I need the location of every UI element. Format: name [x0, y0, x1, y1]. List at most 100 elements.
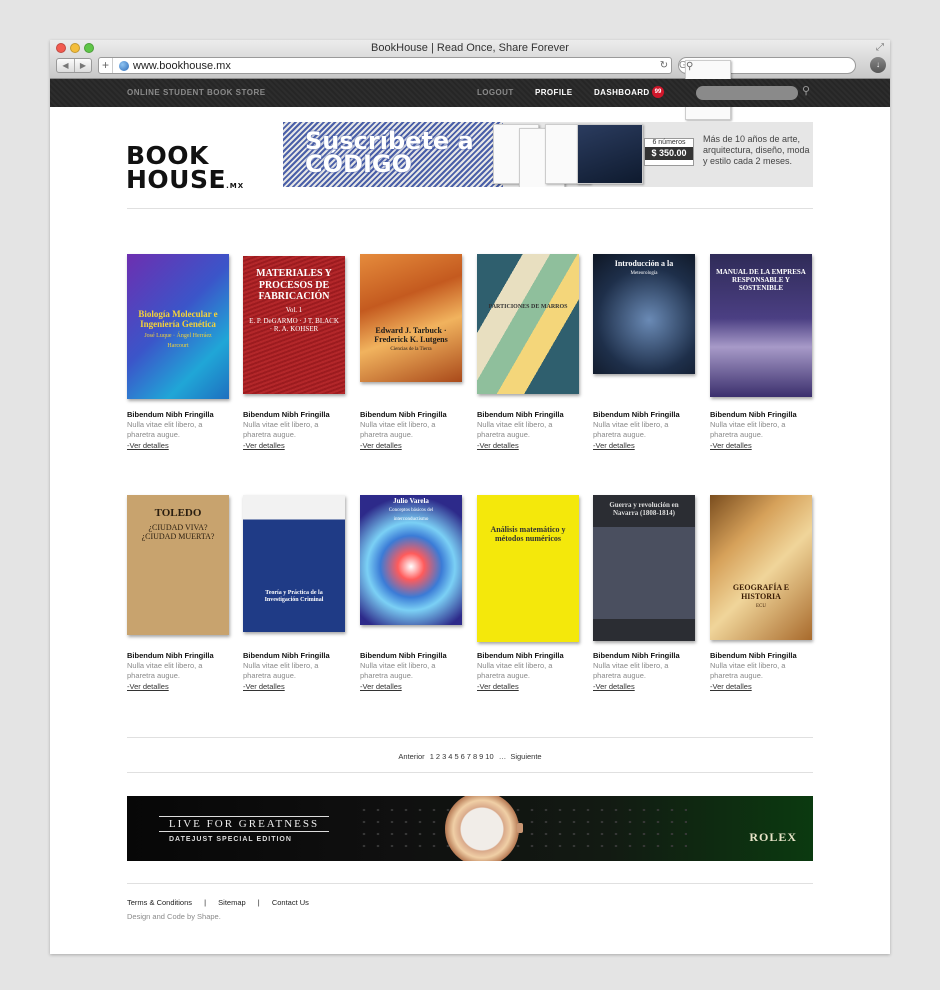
- cover-text: Julio Varela Conceptos básicos del interco…: [360, 497, 462, 526]
- pagination-page[interactable]: 10: [485, 752, 493, 761]
- ad-brand-logo: ROLEX: [749, 830, 797, 844]
- book-card[interactable]: GEOGRAFÍA E HISTORIA ECU Bibendum Nibh Fri…: [710, 495, 814, 695]
- cover-text: MANUAL DE LA EMPRESA RESPONSABLE Y SOSTE…: [710, 268, 812, 295]
- pagination-page[interactable]: 1: [430, 752, 434, 761]
- book-title[interactable]: Bibendum Nibh Fringilla: [593, 410, 680, 419]
- book-card[interactable]: Teoría y Práctica de la Investigación Cr…: [243, 495, 347, 695]
- book-cover[interactable]: PARTICIONES DE MARROS: [477, 254, 579, 394]
- book-title[interactable]: Bibendum Nibh Fringilla: [127, 651, 214, 660]
- fullscreen-icon[interactable]: ⤢: [876, 42, 884, 53]
- book-card[interactable]: MANUAL DE LA EMPRESA RESPONSABLE Y SOSTE…: [710, 254, 814, 454]
- book-cover[interactable]: Biología Molecular e Ingeniería Genética…: [127, 254, 229, 399]
- book-card[interactable]: MATERIALES Y PROCESOS DE FABRICACIÓN Vol.…: [243, 254, 347, 454]
- site-logo[interactable]: BOOK HOUSE.MX: [126, 143, 244, 198]
- book-cover[interactable]: MANUAL DE LA EMPRESA RESPONSABLE Y SOSTE…: [710, 254, 812, 397]
- browser-search-field[interactable]: ⚲ Google: [678, 57, 856, 120]
- book-details-link[interactable]: -Ver detalles: [360, 441, 402, 450]
- book-description: Nulla vitae elit libero, a pharetra augu…: [593, 420, 669, 439]
- book-cover[interactable]: Julio Varela Conceptos básicos del interco…: [360, 495, 462, 625]
- book-card[interactable]: Introducción a la Meteorología Bibendum Ni…: [593, 254, 697, 454]
- cover-line: Ciencias de la Tierra: [390, 347, 432, 353]
- book-details-link[interactable]: -Ver detalles: [477, 441, 519, 450]
- book-cover[interactable]: Edward J. Tarbuck · Frederick K. Lutgens…: [360, 254, 462, 382]
- notification-badge[interactable]: 99: [652, 86, 664, 98]
- pagination-page[interactable]: 4: [448, 752, 452, 761]
- forward-icon[interactable]: ▶: [74, 59, 91, 72]
- book-cover[interactable]: Teoría y Práctica de la Investigación Cr…: [243, 495, 345, 632]
- book-details-link[interactable]: -Ver detalles: [127, 441, 169, 450]
- site-search-input[interactable]: [696, 86, 798, 100]
- add-bookmark-icon[interactable]: +: [99, 58, 113, 73]
- book-details-link[interactable]: -Ver detalles: [477, 682, 519, 691]
- promo-headline-line-2: CÓDIGO: [305, 150, 412, 178]
- nav-logout[interactable]: LOGOUT: [477, 88, 514, 97]
- book-card[interactable]: Biología Molecular e Ingeniería Genética…: [127, 254, 231, 454]
- book-title[interactable]: Bibendum Nibh Fringilla: [710, 651, 797, 660]
- footer-link-contact[interactable]: Contact Us: [272, 898, 309, 907]
- footer-link-terms[interactable]: Terms & Conditions: [127, 898, 192, 907]
- book-card[interactable]: Edward J. Tarbuck · Frederick K. Lutgens…: [360, 254, 464, 454]
- browser-window: BookHouse | Read Once, Share Forever ⤢ ◀…: [50, 40, 890, 954]
- book-cover[interactable]: MATERIALES Y PROCESOS DE FABRICACIÓN Vol.…: [243, 256, 345, 394]
- promo-copy: Más de 10 años de arte, arquitectura, di…: [703, 134, 810, 166]
- ad-tagline: LIVE FOR GREATNESS: [159, 816, 329, 832]
- book-cover[interactable]: TOLEDO ¿CIUDAD VIVA? ¿CIUDAD MUERTA?: [127, 495, 229, 635]
- pagination-next[interactable]: Siguiente: [510, 752, 541, 761]
- book-card[interactable]: PARTICIONES DE MARROS Bibendum Nibh Fring…: [477, 254, 581, 454]
- book-details-link[interactable]: -Ver detalles: [127, 682, 169, 691]
- book-card[interactable]: TOLEDO ¿CIUDAD VIVA? ¿CIUDAD MUERTA? Biben…: [127, 495, 231, 695]
- cover-line: José Luque · Ángel Herráez: [144, 332, 212, 339]
- pagination-page[interactable]: 3: [442, 752, 446, 761]
- store-label: ONLINE STUDENT BOOK STORE: [127, 88, 266, 97]
- book-title[interactable]: Bibendum Nibh Fringilla: [593, 651, 680, 660]
- footer-link-sitemap[interactable]: Sitemap: [218, 898, 246, 907]
- book-title[interactable]: Bibendum Nibh Fringilla: [360, 651, 447, 660]
- book-details-link[interactable]: -Ver detalles: [710, 441, 752, 450]
- address-bar[interactable]: + www.bookhouse.mx ↻: [98, 57, 672, 74]
- back-icon[interactable]: ◀: [57, 59, 74, 72]
- book-title[interactable]: Bibendum Nibh Fringilla: [243, 410, 330, 419]
- book-title[interactable]: Bibendum Nibh Fringilla: [710, 410, 797, 419]
- book-details-link[interactable]: -Ver detalles: [593, 441, 635, 450]
- book-details-link[interactable]: -Ver detalles: [243, 682, 285, 691]
- book-details-link[interactable]: -Ver detalles: [593, 682, 635, 691]
- book-title[interactable]: Bibendum Nibh Fringilla: [360, 410, 447, 419]
- nav-dashboard[interactable]: DASHBOARD: [594, 88, 650, 97]
- pagination-page[interactable]: 9: [479, 752, 483, 761]
- book-details-link[interactable]: -Ver detalles: [243, 441, 285, 450]
- book-description: Nulla vitae elit libero, a pharetra augu…: [360, 420, 436, 439]
- book-card[interactable]: Análisis matemático y métodos numéricos B…: [477, 495, 581, 695]
- pagination-page[interactable]: 8: [473, 752, 477, 761]
- logo-line-2: HOUSE: [126, 165, 227, 194]
- book-details-link[interactable]: -Ver detalles: [710, 682, 752, 691]
- pagination-page[interactable]: 7: [467, 752, 471, 761]
- cover-line: Conceptos básicos del: [388, 508, 434, 514]
- cover-text: Biología Molecular e Ingeniería Genética…: [127, 309, 229, 352]
- cover-line: Teoría y Práctica de la Investigación Cr…: [264, 590, 324, 603]
- book-details-link[interactable]: -Ver detalles: [360, 682, 402, 691]
- downloads-icon[interactable]: ↓: [870, 57, 886, 73]
- pagination-page[interactable]: 6: [461, 752, 465, 761]
- codigo-promo-banner[interactable]: Suscríbete a CÓDIGO 6 números $ 350.00 M…: [283, 122, 813, 187]
- cover-text: Teoría y Práctica de la Investigación Cr…: [243, 590, 345, 607]
- url-text[interactable]: www.bookhouse.mx: [133, 60, 657, 72]
- rolex-ad-banner[interactable]: LIVE FOR GREATNESS DATEJUST SPECIAL EDIT…: [127, 796, 813, 861]
- book-title[interactable]: Bibendum Nibh Fringilla: [127, 410, 214, 419]
- book-card[interactable]: Guerra y revolución en Navarra (1808-181…: [593, 495, 697, 695]
- pagination-prev[interactable]: Anterior: [398, 752, 424, 761]
- history-buttons: ◀ ▶: [56, 58, 92, 73]
- nav-profile[interactable]: PROFILE: [535, 88, 572, 97]
- book-cover[interactable]: Guerra y revolución en Navarra (1808-181…: [593, 495, 695, 641]
- book-cover[interactable]: Análisis matemático y métodos numéricos: [477, 495, 579, 642]
- book-card[interactable]: Julio Varela Conceptos básicos del interco…: [360, 495, 464, 695]
- book-cover[interactable]: Introducción a la Meteorología: [593, 254, 695, 374]
- pagination-page[interactable]: 2: [436, 752, 440, 761]
- reload-icon[interactable]: ↻: [657, 60, 671, 71]
- pagination-page[interactable]: 5: [454, 752, 458, 761]
- book-title[interactable]: Bibendum Nibh Fringilla: [477, 410, 564, 419]
- book-cover[interactable]: GEOGRAFÍA E HISTORIA ECU: [710, 495, 812, 640]
- book-title[interactable]: Bibendum Nibh Fringilla: [477, 651, 564, 660]
- ad-subline: DATEJUST SPECIAL EDITION: [169, 836, 292, 843]
- book-title[interactable]: Bibendum Nibh Fringilla: [243, 651, 330, 660]
- search-icon[interactable]: ⚲: [802, 84, 810, 97]
